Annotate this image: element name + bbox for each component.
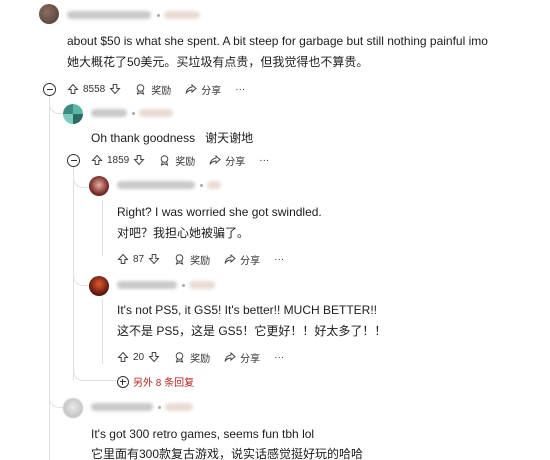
comment-text-en: It's not PS5, it GS5! It's better!! MUCH…	[117, 303, 377, 317]
separator-dot	[158, 406, 161, 409]
timestamp	[189, 281, 215, 289]
more-options-button[interactable]: ···	[274, 254, 284, 265]
share-icon	[185, 83, 198, 95]
thread-line-main	[49, 96, 50, 460]
more-options-button[interactable]: ···	[259, 155, 269, 166]
timestamp	[164, 11, 200, 19]
comment-text-en: about $50 is what she spent. A bit steep…	[67, 34, 488, 48]
share-button[interactable]: 分享	[224, 350, 260, 365]
username[interactable]	[67, 11, 151, 19]
award-icon	[174, 351, 186, 363]
separator-dot	[132, 112, 135, 115]
thread-curve-c5	[49, 396, 63, 408]
vote-count: 20	[133, 351, 145, 363]
more-options-button[interactable]: ···	[235, 84, 245, 95]
comment-actions: 1859 奖励 分享 ···	[91, 151, 269, 169]
separator-dot	[200, 184, 203, 187]
award-icon	[135, 83, 147, 95]
timestamp	[165, 403, 193, 411]
avatar[interactable]	[39, 4, 59, 24]
separator-dot	[157, 14, 160, 17]
username[interactable]	[91, 109, 127, 117]
share-icon	[224, 253, 236, 265]
upvote-icon[interactable]	[117, 351, 129, 363]
avatar[interactable]	[89, 276, 109, 296]
comment-actions: 20 奖励 分享 ···	[117, 348, 284, 366]
upvote-icon[interactable]	[91, 154, 103, 166]
award-button[interactable]: 奖励	[174, 252, 210, 267]
vote-count: 87	[133, 253, 145, 265]
share-button[interactable]: 分享	[224, 252, 260, 267]
comment-text-en: It's got 300 retro games, seems fun tbh …	[91, 427, 315, 441]
thread-curve-more	[73, 366, 116, 381]
award-button[interactable]: 奖励	[174, 350, 210, 365]
comment-text-zh: 谢天谢地	[205, 131, 254, 145]
more-replies-label: 另外 8 条回复	[133, 378, 195, 389]
vote-count: 8558	[83, 83, 106, 95]
comment-text: Oh thank goodness 谢天谢地	[91, 130, 253, 146]
share-button[interactable]: 分享	[209, 153, 245, 168]
downvote-icon[interactable]	[109, 83, 121, 95]
award-icon	[174, 253, 186, 265]
downvote-icon[interactable]	[148, 253, 160, 265]
thread-curve-c4	[73, 268, 89, 286]
comment-actions: 87 奖励 分享 ···	[117, 250, 284, 268]
username[interactable]	[91, 403, 153, 411]
thread-line-c4	[102, 298, 103, 364]
collapse-thread-button[interactable]	[67, 154, 80, 167]
more-options-button[interactable]: ···	[274, 352, 284, 363]
comment-actions: 8558 奖励 分享 ···	[67, 80, 245, 98]
timestamp	[207, 181, 221, 189]
collapse-thread-button[interactable]	[43, 83, 56, 96]
upvote-icon[interactable]	[117, 253, 129, 265]
award-icon	[159, 154, 171, 166]
avatar[interactable]	[89, 176, 109, 196]
separator-dot	[182, 284, 185, 287]
downvote-icon[interactable]	[133, 154, 145, 166]
award-button[interactable]: 奖励	[135, 82, 171, 97]
award-button[interactable]: 奖励	[159, 153, 195, 168]
avatar[interactable]	[63, 398, 83, 418]
vote-count: 1859	[107, 154, 130, 166]
thread-curve-c3	[73, 176, 89, 188]
upvote-icon[interactable]	[67, 83, 79, 95]
comment-text-zh: 它里面有300款复古游戏，说实话感觉挺好玩的哈哈	[91, 447, 364, 460]
downvote-icon[interactable]	[148, 351, 160, 363]
more-replies-button[interactable]: 另外 8 条回复	[117, 374, 194, 389]
comment-text-en: Oh thank goodness	[91, 131, 196, 145]
share-icon	[224, 351, 236, 363]
comment-text-en: Right? I was worried she got swindled.	[117, 205, 322, 219]
thread-curve-c2	[49, 104, 63, 114]
timestamp	[139, 109, 173, 117]
avatar[interactable]	[63, 104, 83, 124]
username[interactable]	[117, 181, 195, 189]
comment-text-zh: 这不是 PS5，这是 GS5！它更好！！好太多了！！	[117, 324, 387, 338]
expand-plus-icon	[117, 375, 129, 388]
share-button[interactable]: 分享	[185, 82, 221, 97]
share-icon	[209, 154, 222, 166]
username[interactable]	[117, 281, 177, 289]
thread-line-c3	[102, 200, 103, 256]
comment-text-zh: 她大概花了50美元。买垃圾有点贵，但我觉得也不算贵。	[67, 55, 369, 69]
comment-text-zh: 对吧？我担心她被骗了。	[117, 226, 250, 240]
